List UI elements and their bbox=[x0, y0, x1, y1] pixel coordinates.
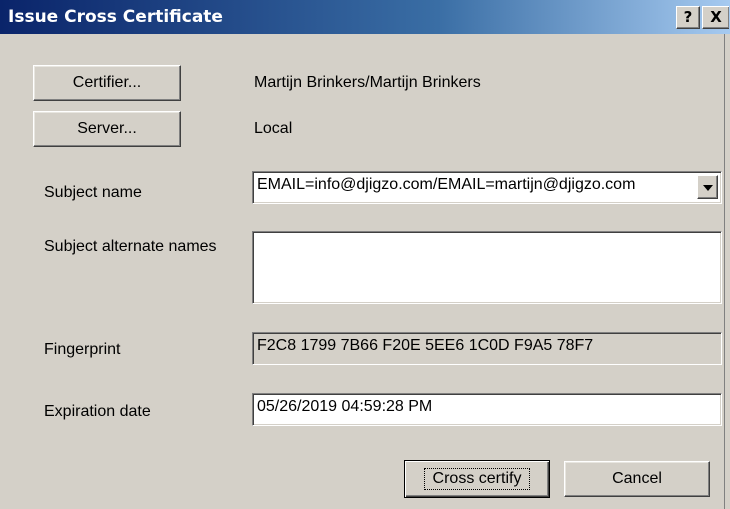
expiration-date-label: Expiration date bbox=[44, 403, 151, 420]
help-icon: ? bbox=[683, 8, 693, 26]
window-edge bbox=[724, 34, 730, 509]
server-value: Local bbox=[254, 120, 293, 137]
window-title: Issue Cross Certificate bbox=[8, 7, 223, 27]
close-button[interactable]: X bbox=[702, 6, 729, 29]
fingerprint-label: Fingerprint bbox=[44, 341, 121, 358]
help-button[interactable]: ? bbox=[676, 6, 700, 29]
subject-name-value: EMAIL=info@djigzo.com/EMAIL=martijn@djig… bbox=[257, 176, 636, 193]
certifier-button[interactable]: Certifier... bbox=[33, 65, 181, 101]
server-button[interactable]: Server... bbox=[33, 111, 181, 147]
subject-name-combo[interactable]: EMAIL=info@djigzo.com/EMAIL=martijn@djig… bbox=[252, 171, 722, 204]
chevron-down-icon[interactable] bbox=[697, 175, 718, 199]
title-bar: Issue Cross Certificate ? X bbox=[0, 0, 730, 34]
subject-alt-names-label: Subject alternate names bbox=[44, 238, 217, 255]
certifier-value: Martijn Brinkers/Martijn Brinkers bbox=[254, 74, 481, 91]
expiration-date-field[interactable]: 05/26/2019 04:59:28 PM bbox=[252, 393, 722, 426]
fingerprint-field: F2C8 1799 7B66 F20E 5EE6 1C0D F9A5 78F7 bbox=[252, 332, 722, 365]
subject-name-label: Subject name bbox=[44, 184, 142, 201]
cross-certify-label: Cross certify bbox=[423, 468, 531, 490]
cross-certify-button[interactable]: Cross certify bbox=[404, 460, 550, 498]
cancel-button[interactable]: Cancel bbox=[564, 461, 710, 497]
close-icon: X bbox=[710, 8, 722, 26]
dialog-body: Certifier... Martijn Brinkers/Martijn Br… bbox=[0, 34, 724, 509]
subject-alt-names-textarea[interactable] bbox=[252, 231, 722, 304]
